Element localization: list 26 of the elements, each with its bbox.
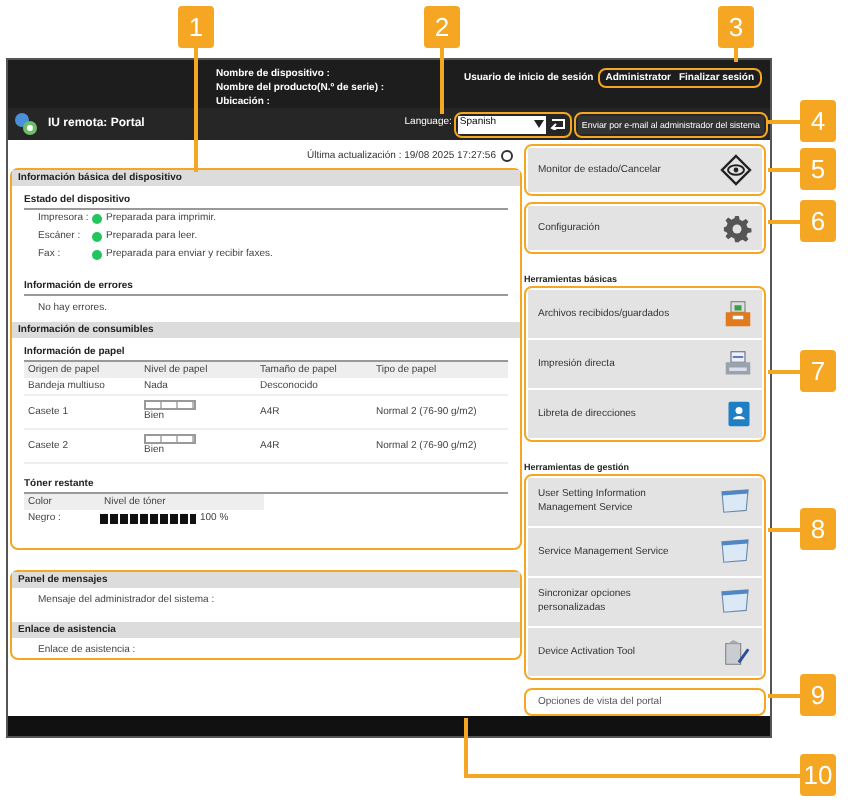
- tray-icon: [724, 300, 752, 329]
- paper-level-meter: [144, 400, 196, 411]
- refresh-button[interactable]: [547, 115, 568, 134]
- tool-icon: [722, 637, 752, 668]
- window-icon: [718, 488, 752, 517]
- callout-number: 9: [800, 674, 836, 716]
- caret-icon: [533, 120, 544, 129]
- settings-icon: [722, 213, 752, 244]
- callout-number: 2: [424, 6, 460, 48]
- callout-number: 6: [800, 200, 836, 242]
- leader-line: [440, 46, 443, 114]
- callout-number: 5: [800, 148, 836, 190]
- callout-number: 4: [800, 100, 836, 142]
- paper-level-meter: [144, 434, 196, 445]
- printer-icon: [724, 350, 752, 379]
- logo-icon: [14, 112, 38, 137]
- window-icon: [718, 588, 752, 617]
- callout-number: 3: [718, 6, 754, 48]
- window-icon: [718, 538, 752, 567]
- eye-icon: [720, 154, 752, 187]
- callout-number: 8: [800, 508, 836, 550]
- callout-number: 7: [800, 350, 836, 392]
- callout-number: 1: [178, 6, 214, 48]
- callout-number: 10: [800, 754, 836, 796]
- address-book-icon: [726, 400, 752, 429]
- refresh-icon[interactable]: [500, 150, 514, 163]
